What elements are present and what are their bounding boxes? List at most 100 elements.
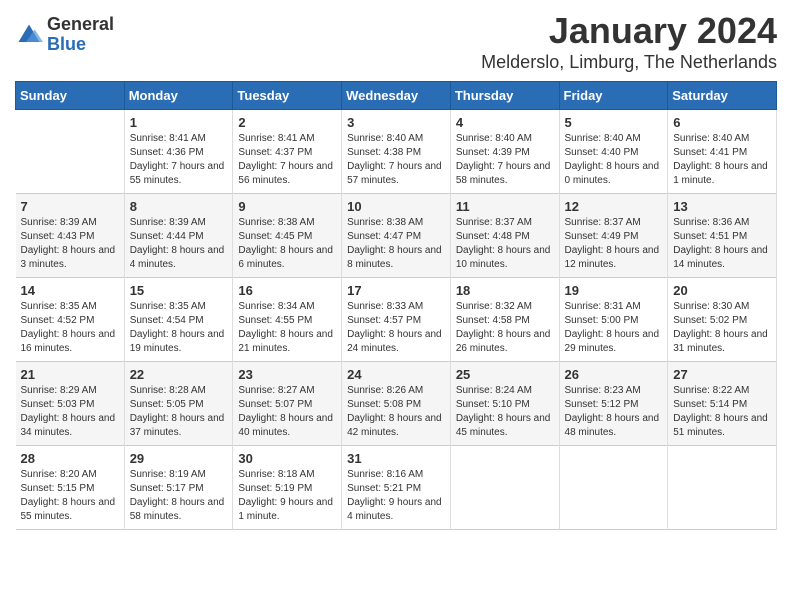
day-header-friday: Friday [559,82,668,110]
day-header-monday: Monday [124,82,233,110]
calendar-cell: 11Sunrise: 8:37 AMSunset: 4:48 PMDayligh… [450,194,559,278]
logo-text: General Blue [47,15,114,55]
day-number: 23 [238,367,336,382]
day-header-sunday: Sunday [16,82,125,110]
day-info: Sunrise: 8:37 AMSunset: 4:48 PMDaylight:… [456,216,554,272]
day-number: 28 [21,451,119,466]
calendar-cell: 20 Sunrise: 8:30 AMSunset: 5:02 PMDayligh… [668,278,777,362]
logo-icon [15,21,43,49]
day-number: 20 [673,283,771,298]
day-number: 24 [347,367,445,382]
day-number: 10 [347,199,445,214]
day-info: Sunrise: 8:29 AMSunset: 5:03 PMDaylight:… [21,384,119,440]
day-info: Sunrise: 8:39 AMSunset: 4:43 PMDaylight:… [21,216,119,272]
calendar-cell: 16 Sunrise: 8:34 AMSunset: 4:55 PMDayligh… [233,278,342,362]
day-header-thursday: Thursday [450,82,559,110]
calendar-cell: 6 Sunrise: 8:40 AMSunset: 4:41 PMDaylight… [668,110,777,194]
calendar-body: 1Sunrise: 8:41 AMSunset: 4:36 PMDaylight… [16,110,777,530]
calendar-cell: 8 Sunrise: 8:39 AMSunset: 4:44 PMDaylight… [124,194,233,278]
day-info: Sunrise: 8:38 AMSunset: 4:47 PMDaylight:… [347,216,445,272]
day-info: Sunrise: 8:32 AMSunset: 4:58 PMDaylight:… [456,300,554,356]
day-header-tuesday: Tuesday [233,82,342,110]
location-title: Melderslo, Limburg, The Netherlands [481,52,777,73]
day-number: 5 [565,115,663,130]
calendar-cell: 1Sunrise: 8:41 AMSunset: 4:36 PMDaylight… [124,110,233,194]
day-number: 30 [238,451,336,466]
day-number: 17 [347,283,445,298]
day-number: 7 [21,199,119,214]
day-number: 21 [21,367,119,382]
day-number: 18 [456,283,554,298]
calendar-cell: 24Sunrise: 8:26 AMSunset: 5:08 PMDayligh… [342,362,451,446]
day-info: Sunrise: 8:18 AMSunset: 5:19 PMDaylight:… [238,468,336,524]
calendar-cell: 9Sunrise: 8:38 AMSunset: 4:45 PMDaylight… [233,194,342,278]
day-number: 16 [238,283,336,298]
day-number: 29 [130,451,228,466]
week-row-3: 14Sunrise: 8:35 AMSunset: 4:52 PMDayligh… [16,278,777,362]
day-header-saturday: Saturday [668,82,777,110]
day-info: Sunrise: 8:35 AMSunset: 4:52 PMDaylight:… [21,300,119,356]
calendar-cell: 13Sunrise: 8:36 AMSunset: 4:51 PMDayligh… [668,194,777,278]
day-info: Sunrise: 8:40 AMSunset: 4:41 PMDaylight:… [673,132,771,188]
calendar-cell [668,446,777,530]
day-number: 19 [565,283,663,298]
day-number: 27 [673,367,771,382]
month-title: January 2024 [481,10,777,52]
calendar-cell: 18 Sunrise: 8:32 AMSunset: 4:58 PMDayligh… [450,278,559,362]
calendar-cell: 2 Sunrise: 8:41 AMSunset: 4:37 PMDaylight… [233,110,342,194]
logo-blue: Blue [47,35,114,55]
calendar-cell [16,110,125,194]
day-number: 26 [565,367,663,382]
day-number: 22 [130,367,228,382]
day-info: Sunrise: 8:41 AMSunset: 4:37 PMDaylight:… [238,132,336,188]
calendar-cell [559,446,668,530]
day-info: Sunrise: 8:27 AMSunset: 5:07 PMDaylight:… [238,384,336,440]
week-row-2: 7 Sunrise: 8:39 AMSunset: 4:43 PMDaylight… [16,194,777,278]
logo: General Blue [15,15,114,55]
day-number: 3 [347,115,445,130]
day-header-wednesday: Wednesday [342,82,451,110]
day-number: 6 [673,115,771,130]
day-number: 4 [456,115,554,130]
day-info: Sunrise: 8:41 AMSunset: 4:36 PMDaylight:… [130,132,228,188]
day-info: Sunrise: 8:34 AMSunset: 4:55 PMDaylight:… [238,300,336,356]
calendar-cell [450,446,559,530]
day-number: 15 [130,283,228,298]
day-number: 8 [130,199,228,214]
week-row-5: 28 Sunrise: 8:20 AMSunset: 5:15 PMDayligh… [16,446,777,530]
calendar-cell: 27 Sunrise: 8:22 AMSunset: 5:14 PMDayligh… [668,362,777,446]
day-number: 25 [456,367,554,382]
day-info: Sunrise: 8:16 AMSunset: 5:21 PMDaylight:… [347,468,445,524]
day-info: Sunrise: 8:22 AMSunset: 5:14 PMDaylight:… [673,384,771,440]
calendar-cell: 3 Sunrise: 8:40 AMSunset: 4:38 PMDaylight… [342,110,451,194]
calendar-cell: 12Sunrise: 8:37 AMSunset: 4:49 PMDayligh… [559,194,668,278]
calendar-cell: 30 Sunrise: 8:18 AMSunset: 5:19 PMDayligh… [233,446,342,530]
calendar-table: SundayMondayTuesdayWednesdayThursdayFrid… [15,81,777,530]
day-number: 31 [347,451,445,466]
day-number: 12 [565,199,663,214]
day-info: Sunrise: 8:28 AMSunset: 5:05 PMDaylight:… [130,384,228,440]
day-info: Sunrise: 8:30 AMSunset: 5:02 PMDaylight:… [673,300,771,356]
calendar-cell: 7 Sunrise: 8:39 AMSunset: 4:43 PMDaylight… [16,194,125,278]
day-info: Sunrise: 8:31 AMSunset: 5:00 PMDaylight:… [565,300,663,356]
calendar-cell: 26 Sunrise: 8:23 AMSunset: 5:12 PMDayligh… [559,362,668,446]
calendar-cell: 5 Sunrise: 8:40 AMSunset: 4:40 PMDaylight… [559,110,668,194]
day-info: Sunrise: 8:38 AMSunset: 4:45 PMDaylight:… [238,216,336,272]
calendar-cell: 29 Sunrise: 8:19 AMSunset: 5:17 PMDayligh… [124,446,233,530]
day-info: Sunrise: 8:23 AMSunset: 5:12 PMDaylight:… [565,384,663,440]
calendar-cell: 28 Sunrise: 8:20 AMSunset: 5:15 PMDayligh… [16,446,125,530]
day-info: Sunrise: 8:20 AMSunset: 5:15 PMDaylight:… [21,468,119,524]
day-info: Sunrise: 8:40 AMSunset: 4:40 PMDaylight:… [565,132,663,188]
calendar-cell: 31 Sunrise: 8:16 AMSunset: 5:21 PMDayligh… [342,446,451,530]
calendar-cell: 22 Sunrise: 8:28 AMSunset: 5:05 PMDayligh… [124,362,233,446]
header: General Blue January 2024 Melderslo, Lim… [15,10,777,73]
week-row-4: 21 Sunrise: 8:29 AMSunset: 5:03 PMDayligh… [16,362,777,446]
logo-general: General [47,15,114,35]
day-info: Sunrise: 8:40 AMSunset: 4:38 PMDaylight:… [347,132,445,188]
day-number: 2 [238,115,336,130]
day-info: Sunrise: 8:39 AMSunset: 4:44 PMDaylight:… [130,216,228,272]
day-info: Sunrise: 8:19 AMSunset: 5:17 PMDaylight:… [130,468,228,524]
calendar-cell: 17Sunrise: 8:33 AMSunset: 4:57 PMDayligh… [342,278,451,362]
week-row-1: 1Sunrise: 8:41 AMSunset: 4:36 PMDaylight… [16,110,777,194]
day-info: Sunrise: 8:36 AMSunset: 4:51 PMDaylight:… [673,216,771,272]
